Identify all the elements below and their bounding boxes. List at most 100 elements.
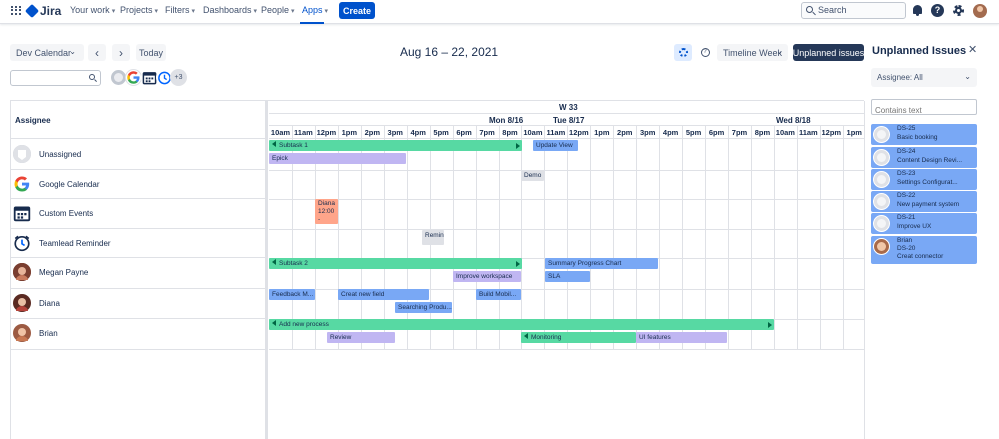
resource-name: Megan Payne	[39, 268, 89, 277]
event-improve-workspace[interactable]: Improve workspace	[453, 271, 521, 282]
hour-label: 6pm	[708, 128, 725, 137]
hour-label: 7pm	[731, 128, 748, 137]
help-icon[interactable]: ?	[931, 4, 944, 17]
event-add-new-process[interactable]: Add new process	[269, 319, 774, 330]
alarm-clock-icon	[13, 234, 31, 252]
hour-label: 3pm	[387, 128, 403, 137]
hour-label: 10am	[270, 128, 291, 137]
resource-name: Custom Events	[39, 209, 94, 218]
chevron-down-icon: ⌄	[964, 72, 971, 81]
hour-label: 8pm	[502, 128, 518, 137]
event-summary-progress-chart[interactable]: Summary Progress Chart	[545, 258, 658, 269]
unplanned-issue-card[interactable]: DS-23 Settings Configurat...	[871, 169, 977, 190]
unplanned-issue-card[interactable]: Brian DS-20 Creat connector	[871, 236, 977, 264]
hour-label: 10am	[775, 128, 795, 137]
event-demo[interactable]: Demo	[521, 170, 544, 181]
contains-text-field[interactable]	[875, 104, 975, 117]
event-sla[interactable]: SLA	[545, 271, 590, 282]
create-button[interactable]: Create	[339, 2, 375, 19]
event-review[interactable]: Review	[327, 332, 395, 343]
hour-gridline	[452, 126, 454, 350]
week-label: W 33	[559, 103, 578, 112]
event-build-mobile[interactable]: Build Mobil...	[476, 289, 521, 300]
view-select[interactable]: Timeline Week ⌄	[717, 44, 788, 61]
jira-logo[interactable]: Jira	[24, 3, 61, 19]
close-panel-icon[interactable]: ✕	[968, 43, 977, 56]
row-divider	[269, 199, 865, 200]
nav-your-work[interactable]: Your work ▾	[70, 5, 115, 15]
event-ui-features[interactable]: UI features	[636, 332, 727, 343]
event-epick[interactable]: Epick	[269, 153, 406, 164]
unplanned-issue-card[interactable]: DS-24 Content Design Revi...	[871, 147, 977, 168]
event-feedback[interactable]: Feedback M...	[269, 289, 315, 300]
previous-week-button[interactable]: ‹	[88, 44, 106, 61]
event-searching-products[interactable]: Searching Produ...	[395, 302, 452, 313]
hour-gridline	[728, 126, 729, 350]
unplanned-issue-card[interactable]: DS-25 Basic booking	[871, 124, 977, 145]
resource-row-teamlead-reminder: Teamlead Reminder	[11, 229, 265, 258]
issue-title: Settings Configurat...	[897, 179, 958, 186]
hour-gridline	[750, 126, 752, 350]
unassigned-avatar-icon	[873, 126, 890, 143]
event-subtask-2[interactable]: Subtask 2	[269, 258, 522, 269]
resource-row-custom-events: Custom Events	[11, 199, 265, 229]
hour-label: 12pm	[569, 128, 589, 137]
event-update-view[interactable]: Update View	[533, 140, 578, 151]
nav-dashboards[interactable]: Dashboards ▾	[203, 5, 257, 15]
resource-filter-field[interactable]	[14, 75, 89, 88]
nav-people[interactable]: People ▾	[261, 5, 295, 15]
issue-key: DS-21	[897, 214, 916, 221]
hour-label: 11am	[798, 128, 818, 137]
issue-key: DS-22	[897, 192, 916, 199]
resource-name: Teamlead Reminder	[39, 239, 111, 248]
app-switcher-icon[interactable]	[11, 6, 21, 15]
event-diana-english[interactable]: Diana 12:00 - English	[315, 199, 338, 224]
unplanned-issues-button[interactable]: Unplanned issues	[793, 44, 864, 61]
hour-label: 6pm	[456, 128, 472, 137]
event-create-field[interactable]: Creat new field	[338, 289, 429, 300]
today-button[interactable]: Today	[136, 44, 166, 61]
nav-projects[interactable]: Projects ▾	[120, 5, 158, 15]
nav-apps[interactable]: Apps ▾	[302, 5, 328, 15]
hour-label: 5pm	[685, 128, 702, 137]
profile-avatar[interactable]	[973, 4, 987, 18]
hour-label: 1pm	[846, 128, 862, 137]
more-avatars-badge[interactable]: +3	[170, 69, 187, 86]
arrow-right-icon	[516, 261, 520, 267]
row-divider	[269, 229, 865, 230]
arrow-left-icon	[524, 333, 528, 339]
google-icon[interactable]	[125, 69, 142, 86]
contains-text-input[interactable]	[871, 99, 977, 117]
arrow-right-icon	[768, 322, 772, 328]
hour-gridline	[544, 126, 546, 350]
next-week-button[interactable]: ›	[112, 44, 130, 61]
chevron-down-icon: ⌄	[69, 47, 76, 56]
search-icon	[89, 74, 95, 80]
issue-title: Basic booking	[897, 134, 938, 141]
calendar-select[interactable]: Dev Calendar ⌄	[10, 44, 84, 61]
row-divider	[269, 349, 865, 350]
unplanned-issue-card[interactable]: DS-21 Improve UX	[871, 213, 977, 234]
notifications-bell-icon[interactable]	[911, 4, 924, 17]
hour-label: 12pm	[821, 128, 842, 137]
settings-gear-icon[interactable]	[952, 4, 965, 17]
hour-label: 3pm	[639, 128, 656, 137]
hour-gridline	[406, 126, 408, 350]
issue-title: New payment system	[897, 201, 960, 208]
event-monitoring[interactable]: Monitoring	[521, 332, 636, 343]
calendar-settings-button[interactable]	[674, 44, 692, 61]
unassigned-avatar-icon	[873, 171, 890, 188]
calendar-select-label: Dev Calendar	[16, 47, 72, 58]
event-remind[interactable]: Remind	[422, 230, 444, 245]
assignee-filter-select[interactable]: Assignee: All ⌄	[871, 68, 977, 87]
help-button[interactable]: ?	[697, 44, 713, 61]
chevron-down-icon: ⌄	[776, 47, 783, 56]
hour-label: 8pm	[754, 128, 771, 137]
resource-filter-input[interactable]	[10, 70, 101, 88]
nav-filters[interactable]: Filters ▾	[165, 5, 195, 15]
unplanned-issue-card[interactable]: DS-22 New payment system	[871, 191, 977, 212]
chevron-down-icon: ▾	[154, 8, 159, 15]
event-subtask-1[interactable]: Subtask 1	[269, 140, 522, 151]
hour-gridline	[659, 126, 661, 350]
search-input[interactable]: Search	[801, 2, 906, 19]
